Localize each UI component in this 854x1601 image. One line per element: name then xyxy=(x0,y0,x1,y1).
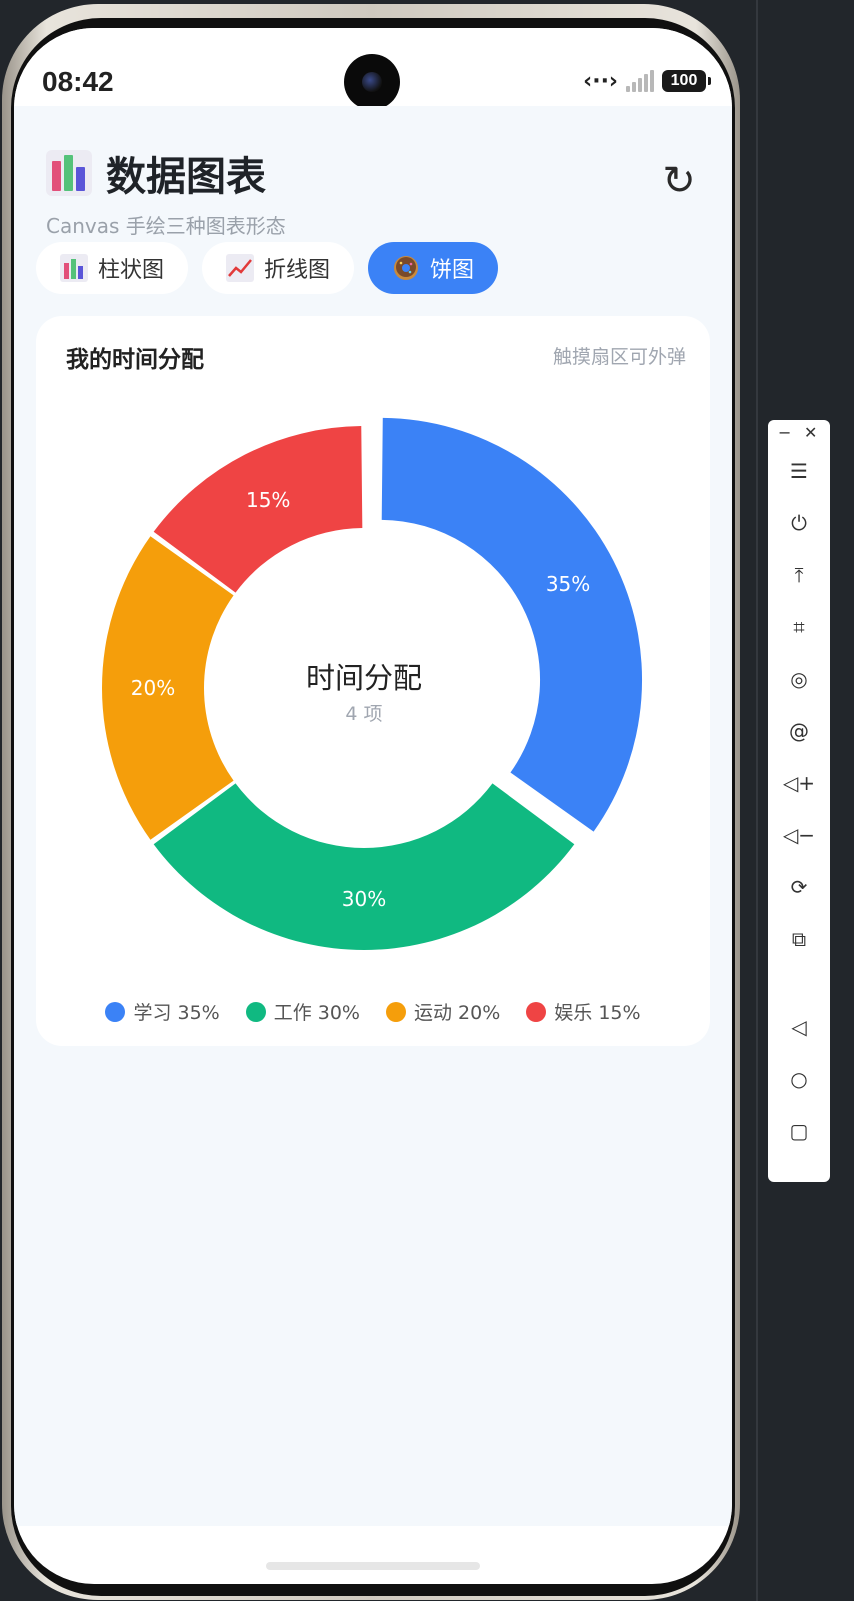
legend-item: 运动 20% xyxy=(386,998,500,1025)
home-icon[interactable]: ○ xyxy=(768,1064,830,1094)
legend-label: 运动 20% xyxy=(414,1002,501,1024)
tab-label: 折线图 xyxy=(264,258,331,283)
battery-icon: 100 xyxy=(662,70,711,92)
record-icon[interactable]: ◎ xyxy=(768,664,830,694)
refresh-button[interactable]: ↻ xyxy=(654,156,704,206)
network-arrows-icon: ‹··› xyxy=(583,68,618,94)
pin-top-icon[interactable]: ⤒ xyxy=(768,560,830,590)
tab-pie-chart[interactable]: 饼图 xyxy=(368,242,499,294)
phone-screen: 08:42 ‹··› 100 数据图表 Canvas 手绘三种图表形态 ↻ 柱状… xyxy=(14,28,732,1584)
stage-divider xyxy=(756,0,758,1601)
status-bar: 08:42 ‹··› 100 xyxy=(14,28,732,110)
donut-slice-label: 20% xyxy=(131,676,175,700)
line-chart-icon xyxy=(226,254,255,282)
legend-item: 学习 35% xyxy=(105,998,220,1025)
recents-icon[interactable]: ▢ xyxy=(768,1116,830,1146)
chart-legend: 学习 35% 工作 30% 运动 20% 娱乐 15% xyxy=(36,998,710,1025)
legend-dot xyxy=(105,1001,126,1022)
minimize-icon[interactable]: − xyxy=(778,422,791,444)
donut-center-title: 时间分配 xyxy=(306,661,422,695)
power-icon[interactable]: ⏻ xyxy=(768,508,830,538)
donut-slice-label: 35% xyxy=(546,572,590,596)
emulator-toolbar: − ✕ ☰ ⏻ ⤒ ⌗ ◎ @ ◁+ ◁− ⟳ ⧉ ◁ ○ ▢ xyxy=(768,420,830,1182)
donut-chart[interactable]: 35% 30% 20% 15% 时间分配 4 项 xyxy=(36,316,710,976)
legend-dot xyxy=(526,1001,547,1022)
legend-dot xyxy=(245,1001,266,1022)
legend-dot xyxy=(386,1001,406,1022)
app-content: 数据图表 Canvas 手绘三种图表形态 ↻ 柱状图 折线图 饼图 我的时间分配… xyxy=(14,106,732,1526)
signal-icon xyxy=(626,70,654,92)
legend-item: 娱乐 15% xyxy=(526,998,641,1025)
donut-slice-label: 15% xyxy=(246,488,290,512)
chart-tabs: 柱状图 折线图 饼图 xyxy=(36,242,499,294)
location-icon[interactable]: @ xyxy=(768,716,830,746)
legend-label: 学习 35% xyxy=(133,1002,220,1024)
tab-label: 饼图 xyxy=(430,258,475,283)
tab-label: 柱状图 xyxy=(98,258,165,283)
legend-label: 娱乐 15% xyxy=(554,1002,641,1024)
bar-chart-icon xyxy=(60,254,88,282)
page-header: 数据图表 xyxy=(46,144,266,202)
rotate-icon[interactable]: ⟳ xyxy=(768,872,830,902)
donut-center-subtitle: 4 项 xyxy=(345,703,382,725)
legend-label: 工作 30% xyxy=(273,1002,360,1024)
close-icon[interactable]: ✕ xyxy=(804,422,817,444)
back-icon[interactable]: ◁ xyxy=(768,1012,830,1042)
tab-line-chart[interactable]: 折线图 xyxy=(202,242,355,294)
donut-slice-1[interactable] xyxy=(153,783,575,950)
donut-icon xyxy=(392,254,420,282)
refresh-icon: ↻ xyxy=(662,158,696,204)
status-time: 08:42 xyxy=(42,66,114,97)
crop-icon[interactable]: ⌗ xyxy=(768,612,830,642)
emulator-stage: 08:42 ‹··› 100 数据图表 Canvas 手绘三种图表形态 ↻ 柱状… xyxy=(0,0,854,1601)
volume-down-icon[interactable]: ◁− xyxy=(768,820,830,850)
bar-chart-icon xyxy=(46,150,92,196)
legend-item: 工作 30% xyxy=(245,998,360,1025)
page-subtitle: Canvas 手绘三种图表形态 xyxy=(46,214,286,238)
status-icons: ‹··› 100 xyxy=(583,68,711,94)
tab-bar-chart[interactable]: 柱状图 xyxy=(36,242,189,294)
multi-device-icon[interactable]: ⧉ xyxy=(768,924,830,954)
page-title: 数据图表 xyxy=(106,154,266,200)
chart-card: 我的时间分配 触摸扇区可外弹 35% 30% 20% 15% 时间分配 4 项 学习 … xyxy=(36,316,710,1046)
menu-icon[interactable]: ☰ xyxy=(768,456,830,486)
donut-slice-0[interactable] xyxy=(381,417,643,832)
donut-slice-label: 30% xyxy=(342,887,386,911)
home-indicator[interactable] xyxy=(266,1562,480,1570)
volume-up-icon[interactable]: ◁+ xyxy=(768,768,830,798)
front-camera xyxy=(344,54,400,110)
